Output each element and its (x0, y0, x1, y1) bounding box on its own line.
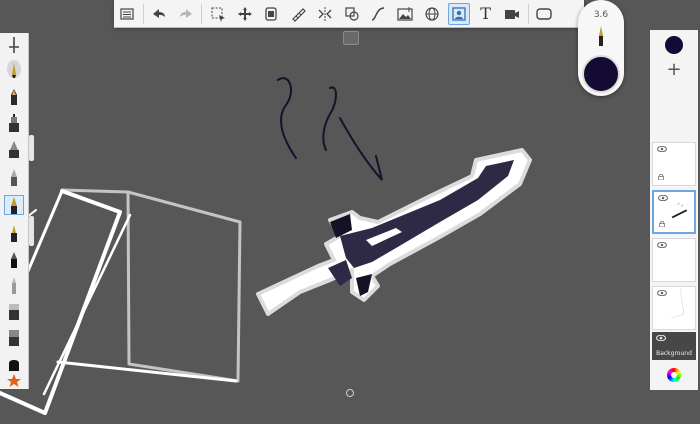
eye-icon[interactable] (657, 242, 667, 248)
shape-icon[interactable] (341, 3, 363, 25)
brush-fineliner-icon[interactable] (4, 223, 24, 243)
brush-puck[interactable]: 3.6 (578, 0, 624, 96)
layer-thumbnail-active[interactable] (652, 190, 696, 234)
palette-scroll-handle[interactable] (29, 135, 34, 161)
pen-nib-icon (599, 26, 603, 46)
toolbar-toggle-icon[interactable] (343, 31, 359, 45)
layer-thumbnail[interactable] (652, 238, 696, 282)
eye-icon[interactable] (657, 146, 667, 152)
fullscreen-icon[interactable] (533, 3, 555, 25)
image-icon[interactable] (394, 3, 416, 25)
squiggle-3 (339, 117, 383, 181)
background-layer[interactable]: Background (652, 332, 696, 360)
canvas-position-icon[interactable] (346, 389, 354, 397)
layer-thumbnail[interactable] (652, 286, 696, 330)
undo-icon[interactable] (148, 3, 170, 25)
image-select-icon[interactable] (447, 2, 470, 25)
add-layer-button[interactable]: + (650, 60, 698, 80)
toolbar-divider (201, 3, 203, 24)
sword-drawing (256, 148, 532, 316)
toolbar-divider (527, 3, 529, 24)
lock-icon[interactable] (658, 174, 664, 180)
curve-icon[interactable] (367, 3, 389, 25)
color-wheel-icon[interactable] (667, 368, 681, 382)
brush-ink-icon[interactable] (4, 139, 24, 159)
current-color-swatch[interactable] (665, 36, 683, 54)
palette-scroll-handle-lower[interactable] (29, 216, 34, 246)
layer-thumbnail[interactable] (652, 142, 696, 186)
layer-stack-icon[interactable] (260, 3, 282, 25)
ruler-icon[interactable] (287, 3, 309, 25)
camera-icon[interactable] (501, 3, 523, 25)
brush-palette (0, 33, 29, 389)
perspective-icon[interactable] (421, 3, 443, 25)
brush-flat-icon[interactable] (4, 327, 24, 347)
select-icon[interactable] (207, 3, 229, 25)
brush-felt-icon[interactable] (4, 167, 24, 187)
list-icon[interactable] (116, 3, 138, 25)
redo-icon[interactable] (175, 3, 197, 25)
brush-ballpoint-icon[interactable] (4, 249, 24, 269)
brush-technical-icon[interactable] (4, 275, 24, 295)
brush-color-preview[interactable] (582, 55, 620, 93)
brush-marker-icon[interactable] (4, 113, 24, 133)
toolbar-divider (142, 3, 144, 24)
transform-icon[interactable] (234, 3, 256, 25)
brush-pencil-icon[interactable] (4, 87, 24, 107)
box-top-edge (60, 188, 130, 194)
brush-pin-icon[interactable] (4, 35, 24, 55)
eye-icon[interactable] (656, 335, 666, 341)
top-toolbar: T (114, 0, 584, 28)
brush-airbrush-icon[interactable] (4, 59, 24, 79)
lock-icon[interactable] (659, 221, 665, 227)
squiggle-2 (322, 86, 337, 151)
background-layer-label: Background (656, 350, 692, 357)
brush-chisel-icon[interactable] (4, 301, 24, 321)
brush-pen-icon[interactable] (4, 195, 24, 215)
box-bottom-line (56, 360, 238, 383)
text-icon[interactable]: T (475, 3, 497, 25)
layer-preview-box (671, 288, 685, 319)
layers-panel: + Background (650, 30, 698, 390)
symmetry-icon[interactable] (314, 3, 336, 25)
favorite-star-icon[interactable] (4, 370, 24, 390)
brush-size-value: 3.6 (593, 10, 609, 20)
squiggle-1 (277, 77, 297, 159)
box-back-frame (126, 190, 242, 383)
